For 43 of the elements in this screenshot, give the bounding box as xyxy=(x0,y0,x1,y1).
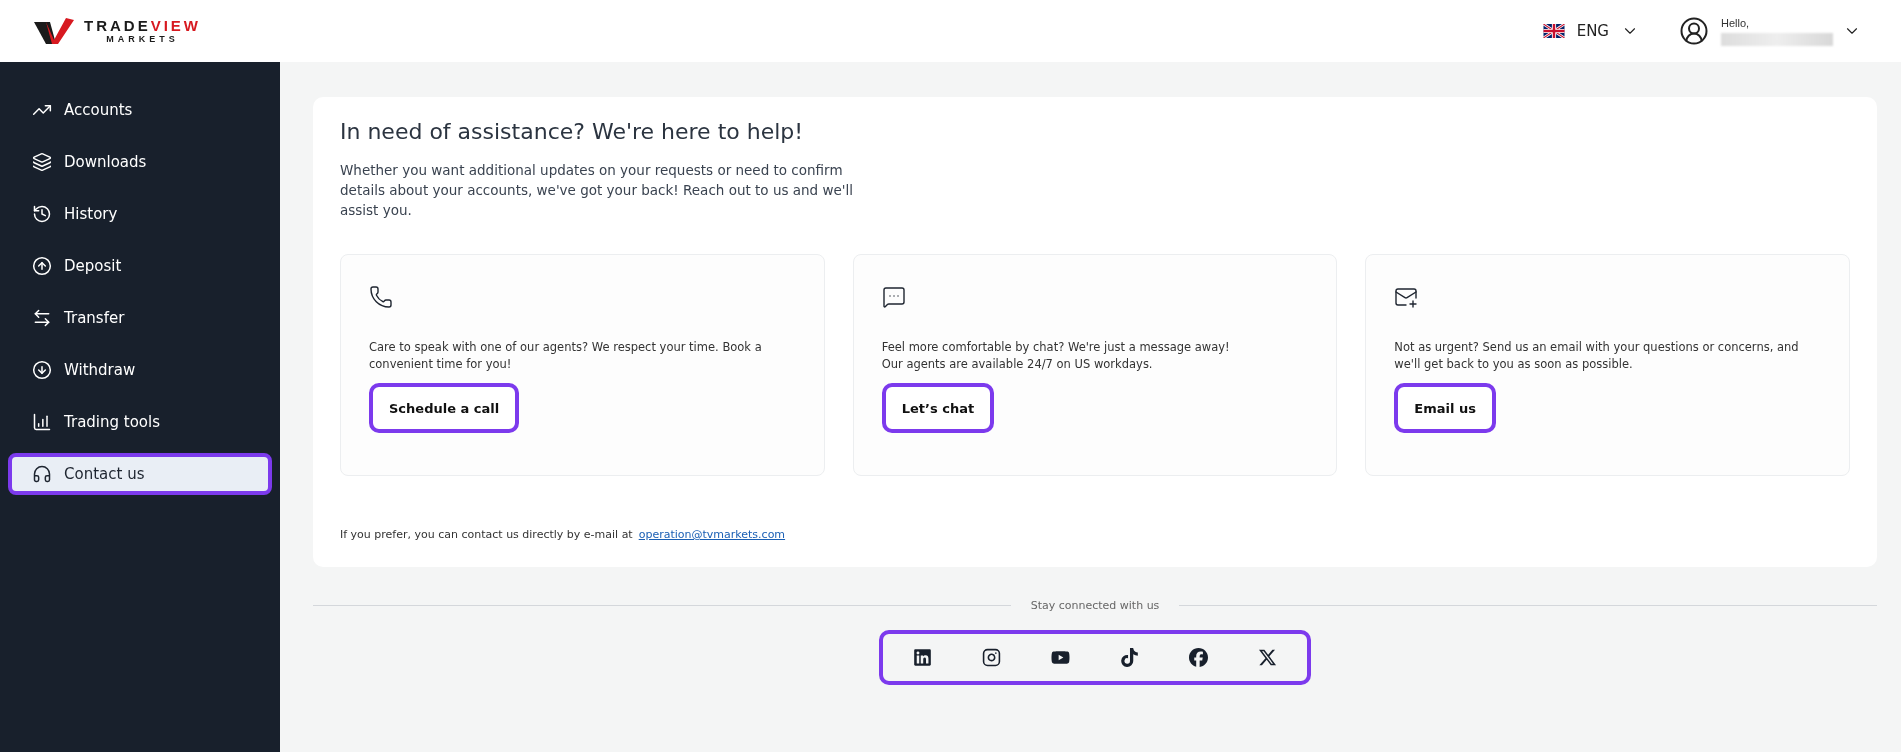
youtube-icon[interactable] xyxy=(1051,648,1070,667)
page-title: In need of assistance? We're here to help! xyxy=(340,119,805,144)
upload-circle-icon xyxy=(32,256,52,276)
sidebar-item[interactable]: Trading tools xyxy=(8,401,272,443)
layers-icon xyxy=(32,152,52,172)
contact-button[interactable]: Email us xyxy=(1394,383,1496,433)
sidebar-item[interactable]: History xyxy=(8,193,272,235)
uk-flag-icon xyxy=(1542,24,1565,38)
option-description: Care to speak with one of our agents? We respect your time. Book a convenient time for you! xyxy=(369,339,763,373)
brand-tagline: MARKETS xyxy=(106,35,179,44)
greeting: Hello, xyxy=(1721,16,1750,29)
headphones-icon xyxy=(32,464,52,484)
x-icon[interactable] xyxy=(1258,648,1277,667)
sidebar-item[interactable]: Transfer xyxy=(8,297,272,339)
user-menu[interactable]: Hello, xyxy=(1679,16,1861,46)
bar-chart-icon xyxy=(32,412,52,432)
download-circle-icon xyxy=(32,360,52,380)
option-description: Feel more comfortable by chat? We're just a message away! Our agents are available 24/7 on US workdays. xyxy=(881,339,1231,373)
linkedin-icon[interactable] xyxy=(913,648,932,667)
envelope-icon xyxy=(1394,285,1419,309)
chat-bubble-icon xyxy=(881,285,906,309)
brand-name: TRADEVIEW xyxy=(84,18,201,33)
user-icon xyxy=(1679,16,1709,46)
history-icon xyxy=(32,204,52,224)
arrows-icon xyxy=(32,308,52,328)
email-note: If you prefer, you can contact us directly by e-mail at xyxy=(340,528,633,541)
sidebar-item[interactable]: Contact us xyxy=(8,453,272,495)
contact-button[interactable]: Schedule a call xyxy=(369,383,520,433)
social-caption: Stay connected with us xyxy=(1030,599,1160,612)
language-selector[interactable]: ENG xyxy=(1542,22,1639,40)
sidebar-item[interactable]: Withdraw xyxy=(8,349,272,391)
contact-button[interactable]: Let’s chat xyxy=(881,383,995,433)
instagram-icon[interactable] xyxy=(982,648,1001,667)
phone-icon xyxy=(369,285,393,309)
tiktok-icon[interactable] xyxy=(1120,648,1139,667)
logo-icon xyxy=(32,16,76,46)
intro-text: Whether you want additional updates on your requests or need to confirm details about your accounts, we've got your back! Reach out to us and we'll assist you. xyxy=(340,161,855,220)
sidebar-item[interactable]: Deposit xyxy=(8,245,272,287)
sidebar-item[interactable]: Accounts xyxy=(8,89,272,131)
sidebar-item[interactable]: Downloads xyxy=(8,141,272,183)
option-description: Not as urgent? Send us an email with your questions or concerns, and we'll get back to you as soon as possible. xyxy=(1394,339,1800,373)
email-link[interactable]: operation@tvmarkets.com xyxy=(638,528,786,541)
facebook-icon[interactable] xyxy=(1189,648,1208,667)
